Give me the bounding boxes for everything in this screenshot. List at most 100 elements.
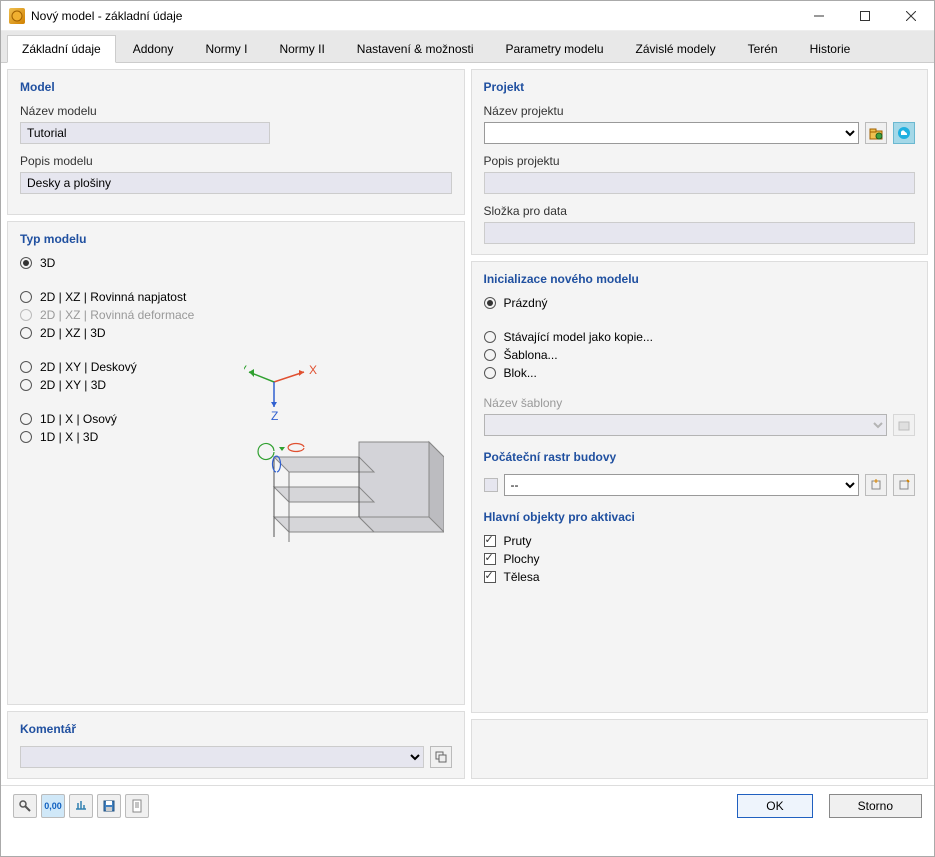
right-bottom-panel bbox=[471, 719, 929, 779]
project-panel: Projekt Název projektu Popis projektu Sl… bbox=[471, 69, 929, 255]
checkbox-label: Tělesa bbox=[504, 570, 540, 584]
model-preview: X Y Z bbox=[244, 352, 444, 552]
raster-select[interactable]: -- bbox=[504, 474, 860, 496]
radio-label: 1D | X | Osový bbox=[40, 412, 117, 426]
radio-icon bbox=[20, 413, 32, 425]
init-option-3[interactable]: Šablona... bbox=[484, 348, 916, 362]
activate-option-1[interactable]: Plochy bbox=[484, 552, 916, 566]
tab-0[interactable]: Základní údaje bbox=[7, 35, 116, 63]
raster-edit-icon[interactable] bbox=[893, 474, 915, 496]
model-type-option-2[interactable]: 2D | XZ | Rovinná napjatost bbox=[20, 290, 452, 304]
tab-7[interactable]: Terén bbox=[733, 35, 793, 62]
radio-icon bbox=[20, 309, 32, 321]
checkbox-icon bbox=[484, 535, 496, 547]
svg-text:X: X bbox=[309, 363, 317, 377]
tool-units-icon[interactable]: 0,00 bbox=[41, 794, 65, 818]
comment-select[interactable] bbox=[20, 746, 424, 768]
raster-new-icon[interactable] bbox=[865, 474, 887, 496]
checkbox-icon bbox=[484, 571, 496, 583]
model-desc-input[interactable] bbox=[20, 172, 452, 194]
tool-save-icon[interactable] bbox=[97, 794, 121, 818]
comment-title: Komentář bbox=[20, 722, 452, 736]
template-select bbox=[484, 414, 888, 436]
project-folder-label: Složka pro data bbox=[484, 204, 916, 218]
activate-option-0[interactable]: Pruty bbox=[484, 534, 916, 548]
tool-report-icon[interactable] bbox=[125, 794, 149, 818]
radio-label: Prázdný bbox=[504, 296, 548, 310]
init-option-2[interactable]: Stávající model jako kopie... bbox=[484, 330, 916, 344]
comment-copy-icon[interactable] bbox=[430, 746, 452, 768]
maximize-button[interactable] bbox=[842, 1, 888, 31]
project-panel-title: Projekt bbox=[484, 80, 916, 94]
project-desc-input[interactable] bbox=[484, 172, 916, 194]
checkbox-label: Pruty bbox=[504, 534, 532, 548]
project-cloud-icon[interactable] bbox=[893, 122, 915, 144]
tab-8[interactable]: Historie bbox=[795, 35, 866, 62]
tabbar: Základní údajeAddonyNormy INormy IINasta… bbox=[1, 31, 934, 63]
svg-text:Y: Y bbox=[244, 363, 247, 377]
project-manager-icon[interactable] bbox=[865, 122, 887, 144]
radio-label: 1D | X | 3D bbox=[40, 430, 98, 444]
radio-label: Blok... bbox=[504, 366, 537, 380]
radio-label: Stávající model jako kopie... bbox=[504, 330, 653, 344]
tab-1[interactable]: Addony bbox=[118, 35, 189, 62]
project-desc-label: Popis projektu bbox=[484, 154, 916, 168]
model-type-option-3: 2D | XZ | Rovinná deformace bbox=[20, 308, 452, 322]
model-type-option-4[interactable]: 2D | XZ | 3D bbox=[20, 326, 452, 340]
tool-load-icon[interactable] bbox=[69, 794, 93, 818]
init-option-4[interactable]: Blok... bbox=[484, 366, 916, 380]
radio-icon bbox=[20, 327, 32, 339]
radio-label: 3D bbox=[40, 256, 55, 270]
project-name-select[interactable] bbox=[484, 122, 860, 144]
ok-button[interactable]: OK bbox=[737, 794, 812, 818]
radio-icon bbox=[484, 349, 496, 361]
model-type-title: Typ modelu bbox=[20, 232, 452, 246]
template-label: Název šablony bbox=[484, 396, 916, 410]
tool-wrench-icon[interactable] bbox=[13, 794, 37, 818]
project-folder-input[interactable] bbox=[484, 222, 916, 244]
activate-title: Hlavní objekty pro aktivaci bbox=[484, 510, 916, 524]
init-title: Inicializace nového modelu bbox=[484, 272, 916, 286]
model-name-label: Název modelu bbox=[20, 104, 452, 118]
model-panel: Model Název modelu Popis modelu bbox=[7, 69, 465, 215]
tab-4[interactable]: Nastavení & možnosti bbox=[342, 35, 489, 62]
template-browse-icon bbox=[893, 414, 915, 436]
tab-2[interactable]: Normy I bbox=[190, 35, 262, 62]
model-type-panel: Typ modelu 3D 2D | XZ | Rovinná napjatost… bbox=[7, 221, 465, 705]
tab-3[interactable]: Normy II bbox=[264, 35, 339, 62]
radio-icon bbox=[20, 379, 32, 391]
activate-option-2[interactable]: Tělesa bbox=[484, 570, 916, 584]
model-desc-label: Popis modelu bbox=[20, 154, 452, 168]
radio-icon bbox=[20, 361, 32, 373]
comment-panel: Komentář bbox=[7, 711, 465, 779]
close-button[interactable] bbox=[888, 1, 934, 31]
init-option-0[interactable]: Prázdný bbox=[484, 296, 916, 310]
checkbox-icon bbox=[484, 553, 496, 565]
titlebar: Nový model - základní údaje bbox=[1, 1, 934, 31]
radio-label: 2D | XY | Deskový bbox=[40, 360, 137, 374]
raster-color-swatch bbox=[484, 478, 498, 492]
raster-title: Počáteční rastr budovy bbox=[484, 450, 916, 464]
tab-6[interactable]: Závislé modely bbox=[621, 35, 731, 62]
init-panel: Inicializace nového modelu Prázdný Stávaj… bbox=[471, 261, 929, 713]
radio-icon bbox=[20, 257, 32, 269]
main-area: Model Název modelu Popis modelu Typ mode… bbox=[1, 63, 934, 785]
radio-label: 2D | XZ | 3D bbox=[40, 326, 106, 340]
radio-label: Šablona... bbox=[504, 348, 558, 362]
model-panel-title: Model bbox=[20, 80, 452, 94]
radio-icon bbox=[484, 367, 496, 379]
radio-icon bbox=[20, 431, 32, 443]
radio-label: 2D | XY | 3D bbox=[40, 378, 106, 392]
radio-label: 2D | XZ | Rovinná napjatost bbox=[40, 290, 186, 304]
svg-text:Z: Z bbox=[271, 409, 278, 423]
minimize-button[interactable] bbox=[796, 1, 842, 31]
radio-icon bbox=[484, 331, 496, 343]
model-name-input[interactable] bbox=[20, 122, 270, 144]
app-icon bbox=[9, 8, 25, 24]
checkbox-label: Plochy bbox=[504, 552, 540, 566]
window-title: Nový model - základní údaje bbox=[31, 9, 796, 23]
model-type-option-0[interactable]: 3D bbox=[20, 256, 452, 270]
bottom-bar: 0,00 OK Storno bbox=[1, 785, 934, 826]
tab-5[interactable]: Parametry modelu bbox=[491, 35, 619, 62]
cancel-button[interactable]: Storno bbox=[829, 794, 922, 818]
